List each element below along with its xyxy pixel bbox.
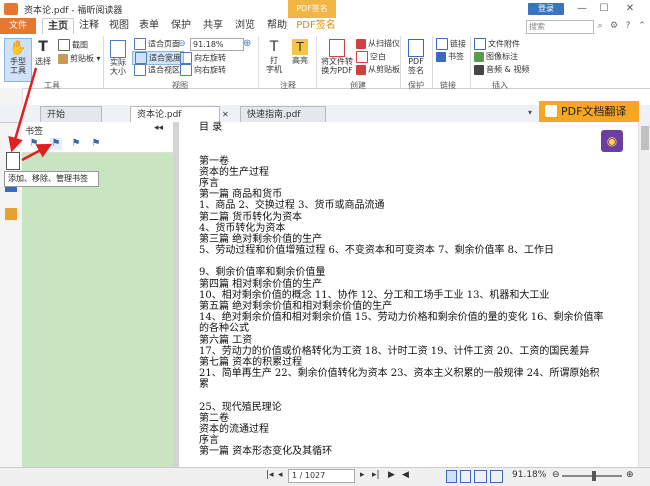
- annotation-arrows: [8, 67, 53, 162]
- red-arrow-down: [8, 67, 38, 153]
- red-arrow-right: [21, 143, 53, 162]
